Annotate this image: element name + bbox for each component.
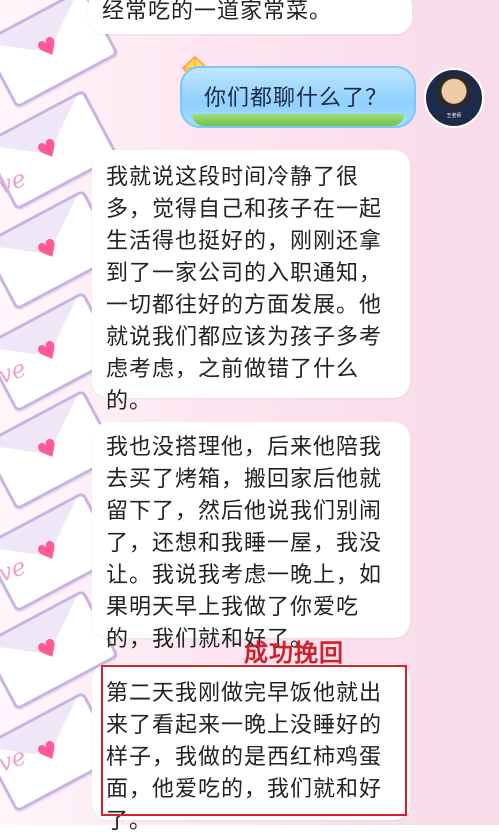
avatar[interactable]: 王老师 bbox=[424, 68, 484, 128]
message-line: 留下了，然后他说我们别闹 bbox=[106, 499, 383, 524]
highlight-box bbox=[101, 665, 407, 816]
message-line: 我就说这段时间冷静了很 bbox=[106, 165, 360, 190]
message-line: 生活得也挺好的，刚刚还拿 bbox=[106, 229, 383, 254]
message-line: 的。 bbox=[106, 389, 153, 414]
headline-success: 成功挽回 bbox=[244, 639, 344, 667]
message-line: 虑考虑，之前做错了什么 bbox=[106, 357, 360, 382]
message-line: 一切都往好的方面发展。他 bbox=[106, 293, 383, 318]
message-bubble-previous[interactable]: 经常吃的一道家常菜。 bbox=[88, 0, 412, 34]
message-line: 果明天早上我做了你爱吃 bbox=[106, 595, 360, 620]
message-line: 让。我说我考虑一晚上，如 bbox=[106, 563, 383, 588]
message-line: 去买了烤箱，搬回家后他就 bbox=[106, 467, 383, 492]
avatar-label: 王老师 bbox=[446, 113, 462, 119]
outgoing-message-bubble[interactable]: 你们都聊什么了？ bbox=[180, 66, 416, 128]
message-text: 你们都聊什么了？ bbox=[204, 86, 389, 111]
message-bubble[interactable]: 我也没搭理他，后来他陪我 去买了烤箱，搬回家后他就 留下了，然后他说我们别闹 了… bbox=[92, 422, 410, 652]
grass-decoration bbox=[192, 114, 404, 126]
message-line: 到了一家公司的入职通知， bbox=[106, 261, 383, 286]
message-line: 了，还想和我睡一屋，我没 bbox=[106, 531, 383, 556]
message-line: 多，觉得自己和孩子在一起 bbox=[106, 197, 383, 222]
message-text: 经常吃的一道家常菜。 bbox=[102, 0, 333, 24]
message-bubble[interactable]: 我就说这段时间冷静了很 多，觉得自己和孩子在一起 生活得也挺好的，刚刚还拿 到了… bbox=[92, 150, 410, 414]
message-line: 就说我们都应该为孩子多考 bbox=[106, 325, 383, 350]
message-line: 我也没搭理他，后来他陪我 bbox=[106, 435, 383, 460]
